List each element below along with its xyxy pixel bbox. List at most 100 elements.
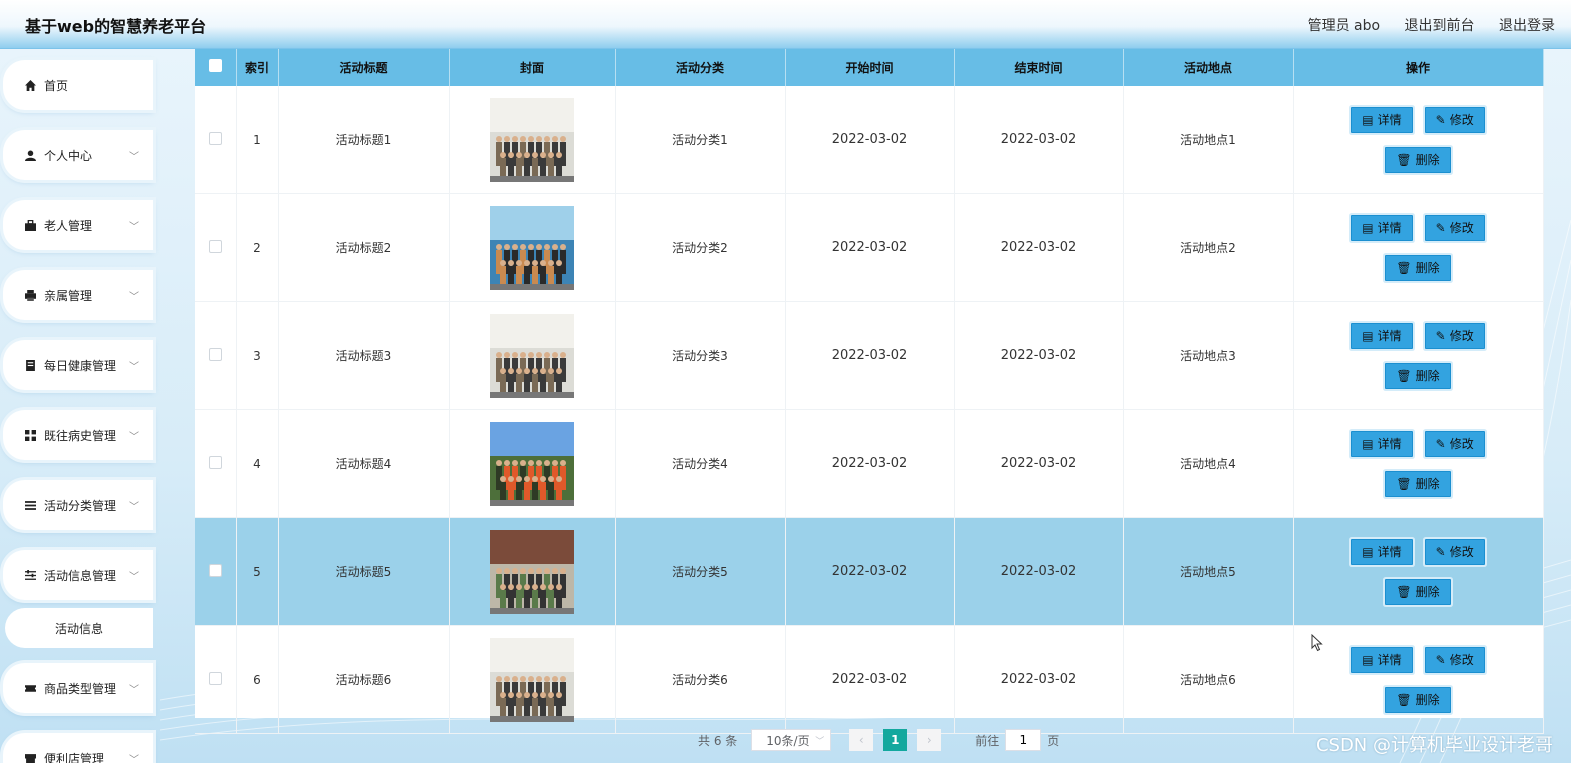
sidebar-item-label: 每日健康管理 xyxy=(44,358,117,373)
edit-button-label: 修改 xyxy=(1449,437,1474,451)
sidebar-item-label: 既往病史管理 xyxy=(44,428,117,443)
row-checkbox-cell[interactable] xyxy=(195,517,237,626)
cover-image[interactable] xyxy=(490,637,574,722)
table-row[interactable]: 5 活动标题5 活动分类5 2022-03-02 2022-03-02 活动地点… xyxy=(195,517,1544,626)
sidebar-subitem-activity-info[interactable]: 活动信息 xyxy=(5,608,153,648)
page-size-select[interactable]: 10条/页 ﹀ xyxy=(751,729,832,751)
delete-button[interactable]: 🗑 删除 xyxy=(1385,470,1451,497)
pencil-icon: ✎ xyxy=(1435,328,1446,343)
sidebar-item-relatives-mgmt[interactable]: 亲属管理 ﹀ xyxy=(3,270,153,320)
printer-icon xyxy=(24,289,36,301)
cell-start-time: 2022-03-02 xyxy=(785,625,955,734)
sidebar-item-personal-center[interactable]: 个人中心 ﹀ xyxy=(3,130,153,180)
cell-actions: ▤ 详情 ✎ 修改 🗑 删除 xyxy=(1293,409,1544,518)
delete-button[interactable]: 🗑 删除 xyxy=(1385,254,1451,281)
sidebar-item-product-type[interactable]: 商品类型管理 ﹀ xyxy=(3,663,153,713)
detail-button[interactable]: ▤ 详情 xyxy=(1351,322,1413,349)
sidebar-item-label: 个人中心 xyxy=(44,148,93,163)
edit-button[interactable]: ✎ 修改 xyxy=(1424,646,1485,673)
goto-page-input[interactable] xyxy=(1005,729,1042,751)
edit-button[interactable]: ✎ 修改 xyxy=(1424,538,1485,565)
sidebar-item-home[interactable]: 首页 xyxy=(3,60,153,110)
detail-button[interactable]: ▤ 详情 xyxy=(1351,646,1413,673)
row-checkbox[interactable] xyxy=(208,455,222,469)
table-row[interactable]: 2 活动标题2 活动分类2 2022-03-02 2022-03-02 活动地点… xyxy=(195,193,1544,302)
select-all-checkbox[interactable] xyxy=(208,59,222,72)
cell-cover xyxy=(449,625,616,734)
document-icon: ▤ xyxy=(1362,112,1374,127)
cell-place: 活动地点2 xyxy=(1123,193,1294,302)
sidebar-item-elder-mgmt[interactable]: 老人管理 ﹀ xyxy=(3,200,153,250)
table-row[interactable]: 6 活动标题6 活动分类6 2022-03-02 2022-03-02 活动地点… xyxy=(195,625,1544,734)
table-row[interactable]: 1 活动标题1 活动分类1 2022-03-02 2022-03-02 活动地点… xyxy=(195,86,1544,194)
cell-actions: ▤ 详情 ✎ 修改 🗑 删除 xyxy=(1293,625,1544,734)
column-header-place: 活动地点 xyxy=(1123,48,1294,86)
sidebar-item-daily-health[interactable]: 每日健康管理 ﹀ xyxy=(3,340,153,390)
cover-image[interactable] xyxy=(490,313,574,398)
logout-link[interactable]: 退出登录 xyxy=(1499,18,1555,34)
column-header-title: 活动标题 xyxy=(278,48,450,86)
sidebar-item-label: 商品类型管理 xyxy=(44,681,117,696)
sidebar-item-store-mgmt[interactable]: 便利店管理 ﹀ xyxy=(3,733,153,763)
column-header-category: 活动分类 xyxy=(615,48,786,86)
column-header-end-time: 结束时间 xyxy=(954,48,1124,86)
next-page-button[interactable]: › xyxy=(917,729,942,751)
delete-button[interactable]: 🗑 删除 xyxy=(1385,686,1451,713)
cover-image[interactable] xyxy=(490,529,574,614)
trash-icon: 🗑 xyxy=(1396,368,1412,383)
document-icon: ▤ xyxy=(1362,436,1374,451)
sidebar-item-activity-info[interactable]: 活动信息管理 ﹀ xyxy=(3,550,153,600)
cell-title: 活动标题4 xyxy=(278,409,450,518)
row-checkbox[interactable] xyxy=(208,347,222,361)
column-header-cover: 封面 xyxy=(449,48,616,86)
row-checkbox[interactable] xyxy=(208,563,222,577)
table-row[interactable]: 4 活动标题4 活动分类4 2022-03-02 2022-03-02 活动地点… xyxy=(195,409,1544,518)
goto-prefix: 前往 xyxy=(975,733,1000,748)
pencil-icon: ✎ xyxy=(1435,112,1446,127)
csdn-watermark: CSDN @计算机毕业设计老哥 xyxy=(1315,735,1553,756)
row-checkbox-cell[interactable] xyxy=(195,625,237,734)
edit-button[interactable]: ✎ 修改 xyxy=(1424,214,1485,241)
edit-button[interactable]: ✎ 修改 xyxy=(1424,322,1485,349)
column-header-index: 索引 xyxy=(236,48,279,86)
select-all-checkbox-cell[interactable] xyxy=(195,48,237,86)
sidebar-item-label: 便利店管理 xyxy=(44,751,105,763)
table-row[interactable]: 3 活动标题3 活动分类3 2022-03-02 2022-03-02 活动地点… xyxy=(195,301,1544,410)
sidebar-item-label: 老人管理 xyxy=(44,218,93,233)
delete-button[interactable]: 🗑 删除 xyxy=(1385,146,1451,173)
detail-button[interactable]: ▤ 详情 xyxy=(1351,214,1413,241)
detail-button[interactable]: ▤ 详情 xyxy=(1351,538,1413,565)
cell-end-time: 2022-03-02 xyxy=(954,625,1124,734)
row-checkbox-cell[interactable] xyxy=(195,86,237,194)
exit-to-front-link[interactable]: 退出到前台 xyxy=(1405,18,1475,34)
sidebar-item-activity-category[interactable]: 活动分类管理 ﹀ xyxy=(3,480,153,530)
cover-image[interactable] xyxy=(490,97,574,182)
prev-page-button[interactable]: ‹ xyxy=(849,729,874,751)
sidebar-item-medical-history[interactable]: 既往病史管理 ﹀ xyxy=(3,410,153,460)
detail-button-label: 详情 xyxy=(1377,221,1402,235)
cell-place: 活动地点1 xyxy=(1123,86,1294,194)
edit-button-label: 修改 xyxy=(1449,221,1474,235)
row-checkbox[interactable] xyxy=(208,239,222,253)
pencil-icon: ✎ xyxy=(1435,220,1446,235)
cell-start-time: 2022-03-02 xyxy=(785,301,955,410)
page-number-current[interactable]: 1 xyxy=(883,729,908,751)
document-icon: ▤ xyxy=(1362,652,1374,667)
detail-button-label: 详情 xyxy=(1377,545,1402,559)
row-checkbox-cell[interactable] xyxy=(195,193,237,302)
row-checkbox-cell[interactable] xyxy=(195,409,237,518)
cover-image[interactable] xyxy=(490,205,574,290)
row-checkbox-cell[interactable] xyxy=(195,301,237,410)
delete-button[interactable]: 🗑 删除 xyxy=(1385,362,1451,389)
row-checkbox[interactable] xyxy=(208,671,222,685)
cover-image[interactable] xyxy=(490,421,574,506)
cell-start-time: 2022-03-02 xyxy=(785,517,955,626)
detail-button[interactable]: ▤ 详情 xyxy=(1351,106,1413,133)
edit-button[interactable]: ✎ 修改 xyxy=(1424,430,1485,457)
detail-button[interactable]: ▤ 详情 xyxy=(1351,430,1413,457)
edit-button[interactable]: ✎ 修改 xyxy=(1424,106,1485,133)
cell-actions: ▤ 详情 ✎ 修改 🗑 删除 xyxy=(1293,517,1544,626)
pencil-icon: ✎ xyxy=(1435,652,1446,667)
row-checkbox[interactable] xyxy=(208,131,222,145)
delete-button[interactable]: 🗑 删除 xyxy=(1385,578,1451,605)
